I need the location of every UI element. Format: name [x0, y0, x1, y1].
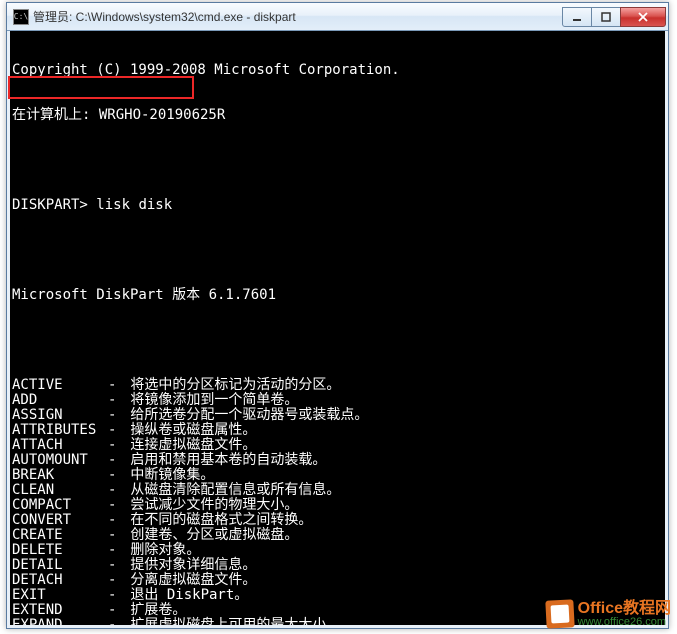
command-desc: 提供对象详细信息。	[122, 558, 256, 573]
command-name: ASSIGN	[12, 408, 108, 423]
command-name: BREAK	[12, 468, 108, 483]
command-desc: 分离虚拟磁盘文件。	[122, 573, 256, 588]
command-row: EXTEND- 扩展卷。	[12, 603, 665, 618]
command-name: CLEAN	[12, 483, 108, 498]
titlebar[interactable]: C:\ 管理员: C:\Windows\system32\cmd.exe - d…	[7, 3, 668, 31]
command-row: COMPACT- 尝试减少文件的物理大小。	[12, 498, 665, 513]
minimize-button[interactable]	[562, 7, 592, 27]
command-row: DETAIL- 提供对象详细信息。	[12, 558, 665, 573]
dash: -	[108, 528, 122, 543]
command-desc: 扩展虚拟磁盘上可用的最大大小。	[122, 618, 340, 628]
dash: -	[108, 588, 122, 603]
dash: -	[108, 573, 122, 588]
typed-command: lisk disk	[96, 197, 172, 213]
command-row: AUTOMOUNT- 启用和禁用基本卷的自动装载。	[12, 453, 665, 468]
command-desc: 删除对象。	[122, 543, 200, 558]
command-desc: 尝试减少文件的物理大小。	[122, 498, 298, 513]
dash: -	[108, 558, 122, 573]
dash: -	[108, 513, 122, 528]
command-desc: 将选中的分区标记为活动的分区。	[122, 378, 340, 393]
computer-line: 在计算机上: WRGHO-20190625R	[12, 108, 665, 123]
minimize-icon	[572, 12, 582, 22]
command-row: EXIT- 退出 DiskPart。	[12, 588, 665, 603]
blank-line	[12, 153, 665, 168]
command-list: ACTIVE- 将选中的分区标记为活动的分区。ADD- 将镜像添加到一个简单卷。…	[12, 378, 665, 628]
command-name: DETACH	[12, 573, 108, 588]
command-row: ATTRIBUTES- 操纵卷或磁盘属性。	[12, 423, 665, 438]
command-desc: 创建卷、分区或虚拟磁盘。	[122, 528, 298, 543]
command-desc: 给所选卷分配一个驱动器号或装载点。	[122, 408, 368, 423]
command-name: DELETE	[12, 543, 108, 558]
command-name: EXPAND	[12, 618, 108, 628]
command-row: ASSIGN- 给所选卷分配一个驱动器号或装载点。	[12, 408, 665, 423]
command-desc: 将镜像添加到一个简单卷。	[122, 393, 298, 408]
command-name: EXTEND	[12, 603, 108, 618]
command-row: CONVERT- 在不同的磁盘格式之间转换。	[12, 513, 665, 528]
command-row: EXPAND- 扩展虚拟磁盘上可用的最大大小。	[12, 618, 665, 628]
command-name: COMPACT	[12, 498, 108, 513]
prompt-line: DISKPART> lisk disk	[12, 198, 665, 213]
dash: -	[108, 618, 122, 628]
dash: -	[108, 483, 122, 498]
command-row: DETACH- 分离虚拟磁盘文件。	[12, 573, 665, 588]
command-name: DETAIL	[12, 558, 108, 573]
command-desc: 连接虚拟磁盘文件。	[122, 438, 256, 453]
command-desc: 启用和禁用基本卷的自动装载。	[122, 453, 326, 468]
command-row: CREATE- 创建卷、分区或虚拟磁盘。	[12, 528, 665, 543]
command-desc: 退出 DiskPart。	[122, 588, 248, 603]
command-desc: 在不同的磁盘格式之间转换。	[122, 513, 312, 528]
command-desc: 从磁盘清除配置信息或所有信息。	[122, 483, 340, 498]
cmd-icon: C:\	[13, 9, 29, 25]
command-desc: 中断镜像集。	[122, 468, 214, 483]
version-line: Microsoft DiskPart 版本 6.1.7601	[12, 288, 665, 303]
command-desc: 操纵卷或磁盘属性。	[122, 423, 256, 438]
dash: -	[108, 468, 122, 483]
command-name: CREATE	[12, 528, 108, 543]
console-output[interactable]: Copyright (C) 1999-2008 Microsoft Corpor…	[7, 31, 668, 628]
command-name: ADD	[12, 393, 108, 408]
copyright-line: Copyright (C) 1999-2008 Microsoft Corpor…	[12, 63, 665, 78]
dash: -	[108, 378, 122, 393]
maximize-icon	[601, 12, 611, 22]
command-row: BREAK- 中断镜像集。	[12, 468, 665, 483]
close-button[interactable]	[620, 7, 666, 27]
dash: -	[108, 603, 122, 618]
window-title: 管理员: C:\Windows\system32\cmd.exe - diskp…	[33, 8, 563, 25]
dash: -	[108, 393, 122, 408]
command-row: ATTACH- 连接虚拟磁盘文件。	[12, 438, 665, 453]
command-name: ACTIVE	[12, 378, 108, 393]
blank-line	[12, 333, 665, 348]
window-controls	[563, 7, 666, 27]
command-row: DELETE- 删除对象。	[12, 543, 665, 558]
dash: -	[108, 453, 122, 468]
dash: -	[108, 423, 122, 438]
cmd-window: C:\ 管理员: C:\Windows\system32\cmd.exe - d…	[6, 2, 669, 629]
command-name: AUTOMOUNT	[12, 453, 108, 468]
command-name: EXIT	[12, 588, 108, 603]
dash: -	[108, 543, 122, 558]
dash: -	[108, 498, 122, 513]
command-desc: 扩展卷。	[122, 603, 186, 618]
command-row: ACTIVE- 将选中的分区标记为活动的分区。	[12, 378, 665, 393]
close-icon	[637, 12, 649, 22]
cmd-icon-label: C:\	[14, 12, 28, 21]
maximize-button[interactable]	[591, 7, 621, 27]
command-row: CLEAN- 从磁盘清除配置信息或所有信息。	[12, 483, 665, 498]
dash: -	[108, 438, 122, 453]
command-name: ATTACH	[12, 438, 108, 453]
dash: -	[108, 408, 122, 423]
command-name: CONVERT	[12, 513, 108, 528]
command-name: ATTRIBUTES	[12, 423, 108, 438]
prompt-text: DISKPART>	[12, 197, 88, 213]
command-row: ADD- 将镜像添加到一个简单卷。	[12, 393, 665, 408]
blank-line	[12, 243, 665, 258]
